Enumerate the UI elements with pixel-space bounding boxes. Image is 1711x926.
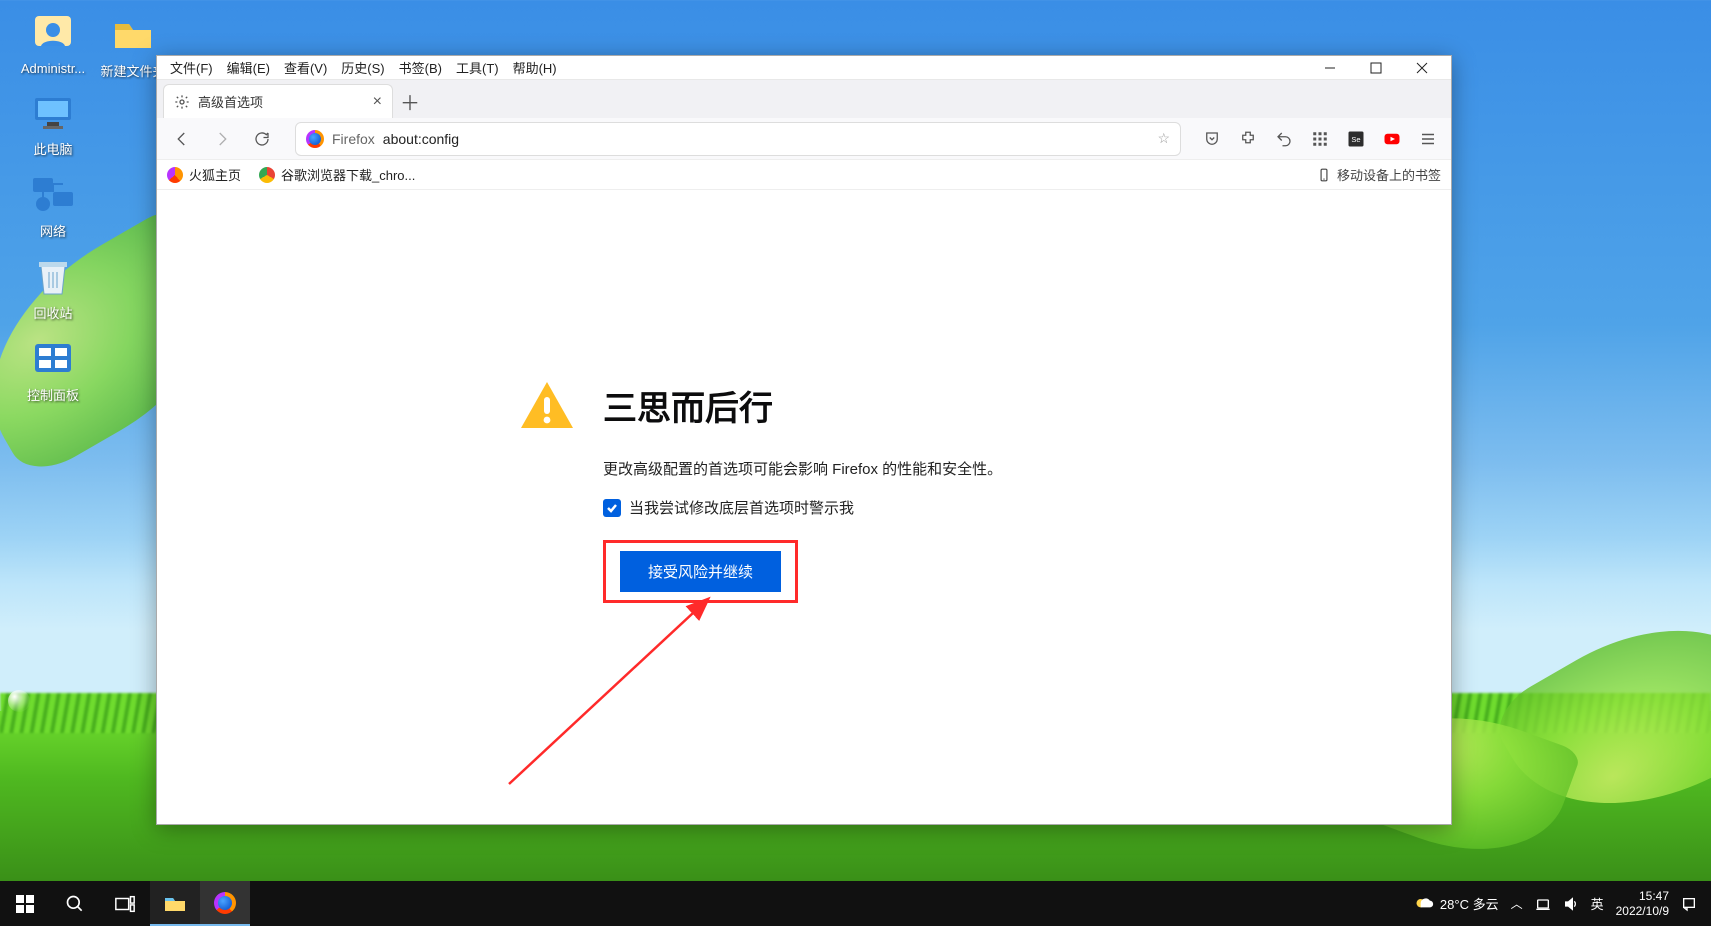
svg-text:Se: Se [1351,135,1360,144]
menu-history[interactable]: 历史(S) [334,58,391,77]
url-bar[interactable]: Firefox about:config ☆ [295,122,1181,156]
close-window-button[interactable] [1399,56,1445,80]
tray-network-icon[interactable] [1535,896,1551,912]
menu-file[interactable]: 文件(F) [163,58,220,77]
menu-help[interactable]: 帮助(H) [506,58,564,77]
bubble-decor [8,690,30,712]
desktop-label: Administr... [10,61,96,76]
chrome-icon [259,167,275,183]
bookmark-star-icon[interactable]: ☆ [1157,130,1170,147]
gear-icon [174,94,190,110]
desktop-icon-recycle[interactable]: 回收站 [10,252,96,322]
desktop-icon-admin[interactable]: Administr... [10,10,96,76]
tray-notifications-icon[interactable] [1681,896,1697,912]
new-tab-button[interactable]: ＋ [393,84,427,118]
firefox-window: 文件(F) 编辑(E) 查看(V) 历史(S) 书签(B) 工具(T) 帮助(H… [156,55,1452,825]
mobile-icon [1317,168,1331,182]
tray-ime[interactable]: 英 [1591,894,1604,913]
accept-risk-button[interactable]: 接受风险并继续 [620,551,781,592]
desktop-icon-ctrlpanel[interactable]: 控制面板 [10,334,96,404]
weather-icon [1414,895,1434,913]
save-to-pocket-icon[interactable] [1197,124,1227,154]
desktop-label: 网络 [10,221,96,240]
firefox-icon [306,130,324,148]
selenium-icon[interactable]: Se [1341,124,1371,154]
desktop-label: 回收站 [10,303,96,322]
desktop-icon-thispc[interactable]: 此电脑 [10,88,96,158]
weather-text: 28°C 多云 [1440,894,1499,913]
taskbar-explorer[interactable] [150,881,200,926]
firefox-icon [167,167,183,183]
maximize-button[interactable] [1353,56,1399,80]
bookmark-label: 移动设备上的书签 [1337,165,1441,184]
extension-icon[interactable] [1233,124,1263,154]
tab-strip: 高级首选项 × ＋ [157,80,1451,118]
bookmarks-bar: 火狐主页 谷歌浏览器下载_chro... 移动设备上的书签 [157,160,1451,190]
menubar: 文件(F) 编辑(E) 查看(V) 历史(S) 书签(B) 工具(T) 帮助(H… [157,56,1451,80]
desktop-icon-network[interactable]: 网络 [10,170,96,240]
page-title: 三思而后行 [603,381,773,430]
bookmark-firefox-home[interactable]: 火狐主页 [167,165,241,184]
bookmark-chrome[interactable]: 谷歌浏览器下载_chro... [259,165,415,184]
nav-toolbar: Firefox about:config ☆ Se [157,118,1451,160]
bookmark-label: 火狐主页 [189,165,241,184]
taskbar-firefox[interactable] [200,881,250,926]
clock-date: 2022/10/9 [1616,904,1669,918]
menu-bookmarks[interactable]: 书签(B) [392,58,449,77]
youtube-icon[interactable] [1377,124,1407,154]
minimize-button[interactable] [1307,56,1353,80]
back-button[interactable] [165,122,199,156]
taskview-button[interactable] [100,881,150,926]
tray-volume-icon[interactable] [1563,896,1579,912]
menu-edit[interactable]: 编辑(E) [220,58,277,77]
page-content: 三思而后行 更改高级配置的首选项可能会影响 Firefox 的性能和安全性。 当… [157,190,1451,824]
tab-title: 高级首选项 [198,92,263,111]
start-button[interactable] [0,881,50,926]
apps-icon[interactable] [1305,124,1335,154]
bookmark-label: 谷歌浏览器下载_chro... [281,165,415,184]
url-text: about:config [383,131,459,147]
warning-icon [519,380,575,430]
close-tab-icon[interactable]: × [373,93,382,111]
clock-time: 15:47 [1616,889,1669,903]
checkbox-label: 当我尝试修改底层首选项时警示我 [629,497,854,518]
menu-view[interactable]: 查看(V) [277,58,334,77]
warn-checkbox[interactable] [603,499,621,517]
taskbar: 28°C 多云 ︿ 英 15:47 2022/10/9 [0,881,1711,926]
url-prefix: Firefox [332,131,375,147]
reload-button[interactable] [245,122,279,156]
tray-chevron-icon[interactable]: ︿ [1511,895,1523,912]
annotation-arrow [489,594,729,799]
desktop-label: 控制面板 [10,385,96,404]
warning-text: 更改高级配置的首选项可能会影响 Firefox 的性能和安全性。 [603,458,1099,479]
menu-tools[interactable]: 工具(T) [449,58,506,77]
desktop-label: 此电脑 [10,139,96,158]
hamburger-menu-icon[interactable] [1413,124,1443,154]
mobile-bookmarks[interactable]: 移动设备上的书签 [1317,165,1441,184]
tray-weather[interactable]: 28°C 多云 [1414,894,1499,913]
tab-active[interactable]: 高级首选项 × [163,84,393,118]
undo-icon[interactable] [1269,124,1299,154]
tray-clock[interactable]: 15:47 2022/10/9 [1616,889,1669,918]
search-button[interactable] [50,881,100,926]
forward-button[interactable] [205,122,239,156]
